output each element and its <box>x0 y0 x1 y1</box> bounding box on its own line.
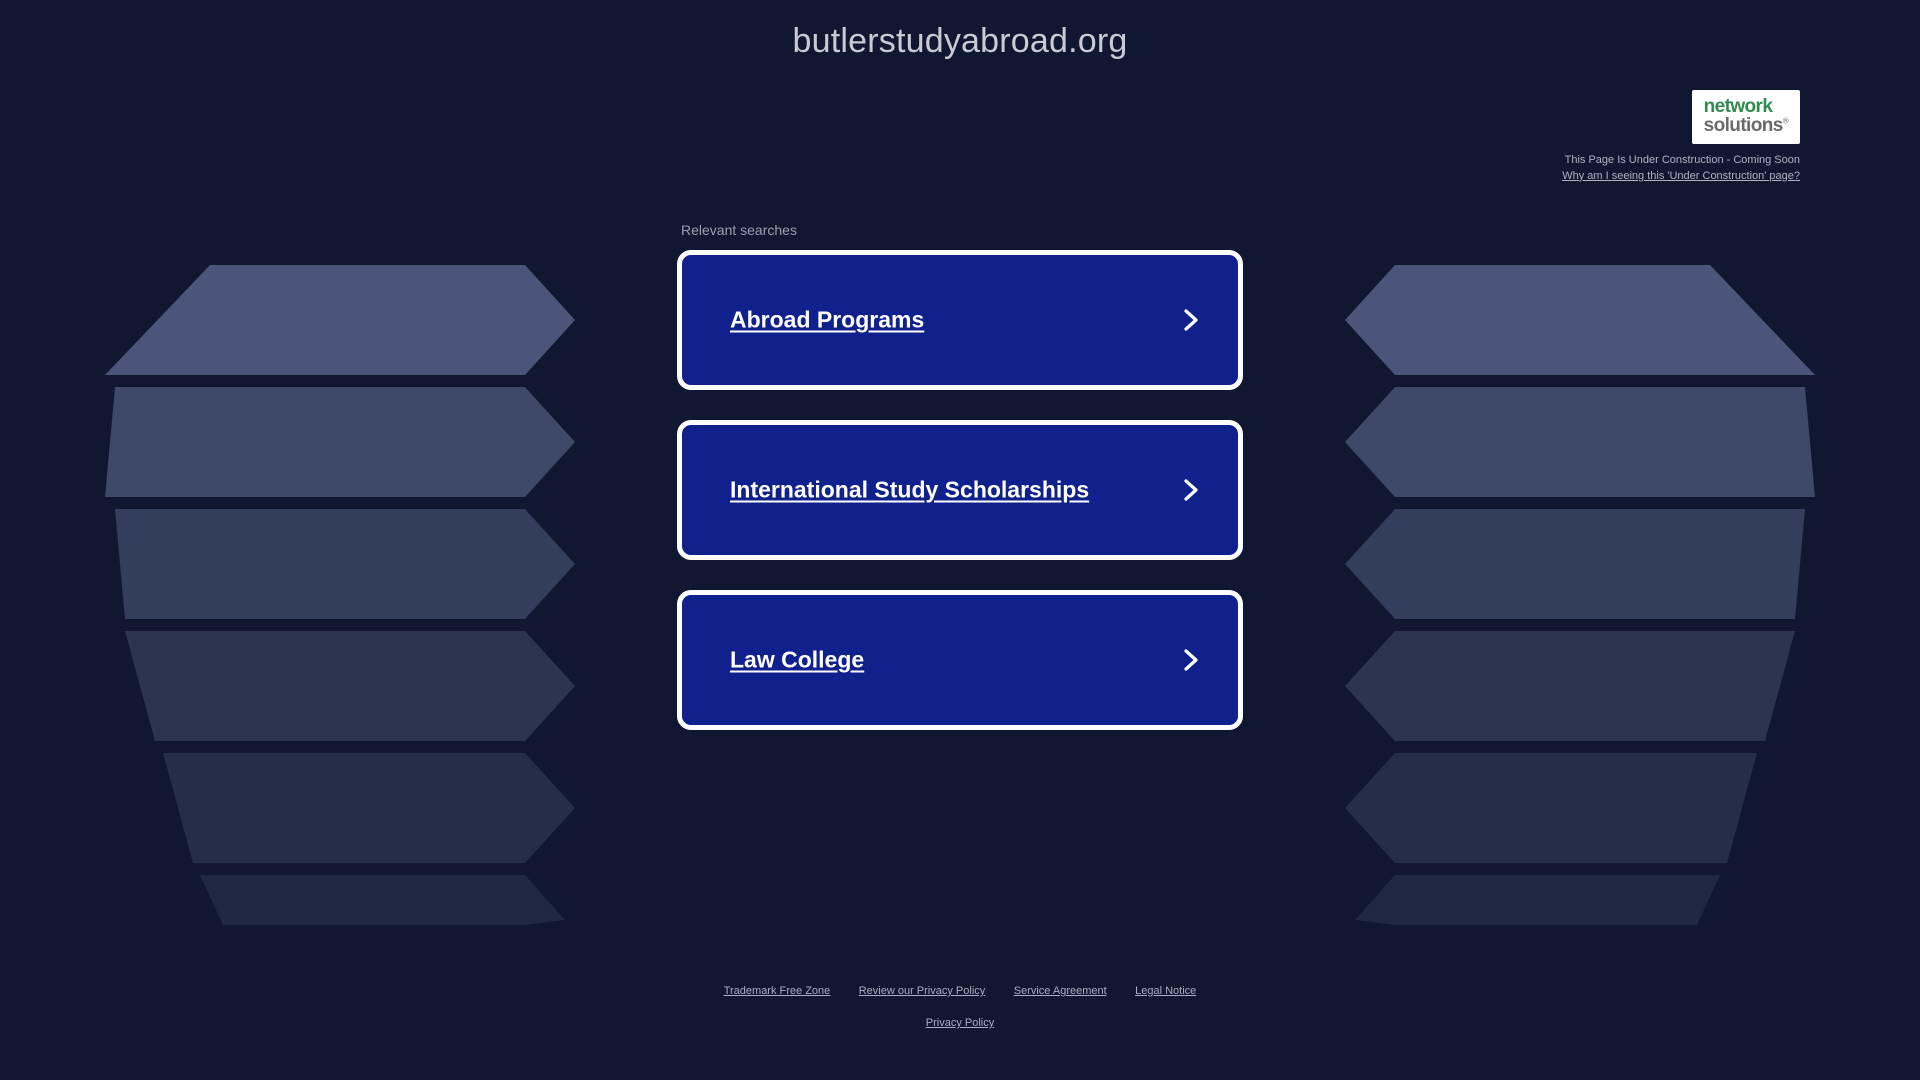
page-title: butlerstudyabroad.org <box>792 22 1128 60</box>
network-solutions-logo: network solutions® <box>1691 90 1800 144</box>
footer-row-secondary: Privacy Policy <box>0 1006 1920 1038</box>
network-solutions-brand-block: network solutions® This Page Is Under Co… <box>1562 90 1800 185</box>
why-under-construction-link[interactable]: Why am I seeing this 'Under Construction… <box>1562 170 1800 182</box>
chevron-right-icon <box>1178 647 1204 673</box>
brand-status-area: This Page Is Under Construction - Coming… <box>1562 153 1800 185</box>
search-card-label: Law College <box>730 646 865 673</box>
footer-link-trademark-free-zone[interactable]: Trademark Free Zone <box>724 985 831 997</box>
chevron-band-group-left <box>105 265 575 925</box>
relevant-searches-label: Relevant searches <box>681 222 797 238</box>
search-card-label: Abroad Programs <box>730 306 925 333</box>
chevron-bands-right-svg <box>1345 265 1815 925</box>
decorative-chevron-stack-left <box>105 265 625 925</box>
footer-link-review-our-privacy-policy[interactable]: Review our Privacy Policy <box>859 985 986 997</box>
chevron-right-icon <box>1178 477 1204 503</box>
footer-link-privacy-policy[interactable]: Privacy Policy <box>926 1017 994 1029</box>
footer: Trademark Free Zone Review our Privacy P… <box>0 974 1920 1038</box>
registered-trademark-icon: ® <box>1782 117 1789 127</box>
search-card-abroad-programs[interactable]: Abroad Programs <box>677 250 1243 390</box>
decorative-chevron-stack-right <box>1295 265 1815 925</box>
footer-link-service-agreement[interactable]: Service Agreement <box>1014 985 1107 997</box>
footer-link-legal-notice[interactable]: Legal Notice <box>1135 985 1196 997</box>
logo-word-solutions: solutions® <box>1703 115 1789 137</box>
search-card-label: International Study Scholarships <box>730 476 1090 503</box>
under-construction-status: This Page Is Under Construction - Coming… <box>1564 153 1800 166</box>
footer-row-primary: Trademark Free Zone Review our Privacy P… <box>0 974 1920 1006</box>
chevron-band-group-right <box>1345 265 1815 925</box>
relevant-searches-section: Relevant searches Abroad Programs Intern… <box>677 222 1243 760</box>
search-card-international-study-scholarships[interactable]: International Study Scholarships <box>677 420 1243 560</box>
search-card-law-college[interactable]: Law College <box>677 590 1243 730</box>
logo-word-network: network <box>1703 96 1773 117</box>
chevron-right-icon <box>1178 307 1204 333</box>
logo-word-solutions-text: solutions <box>1703 115 1784 137</box>
chevron-bands-left-svg <box>105 265 575 925</box>
